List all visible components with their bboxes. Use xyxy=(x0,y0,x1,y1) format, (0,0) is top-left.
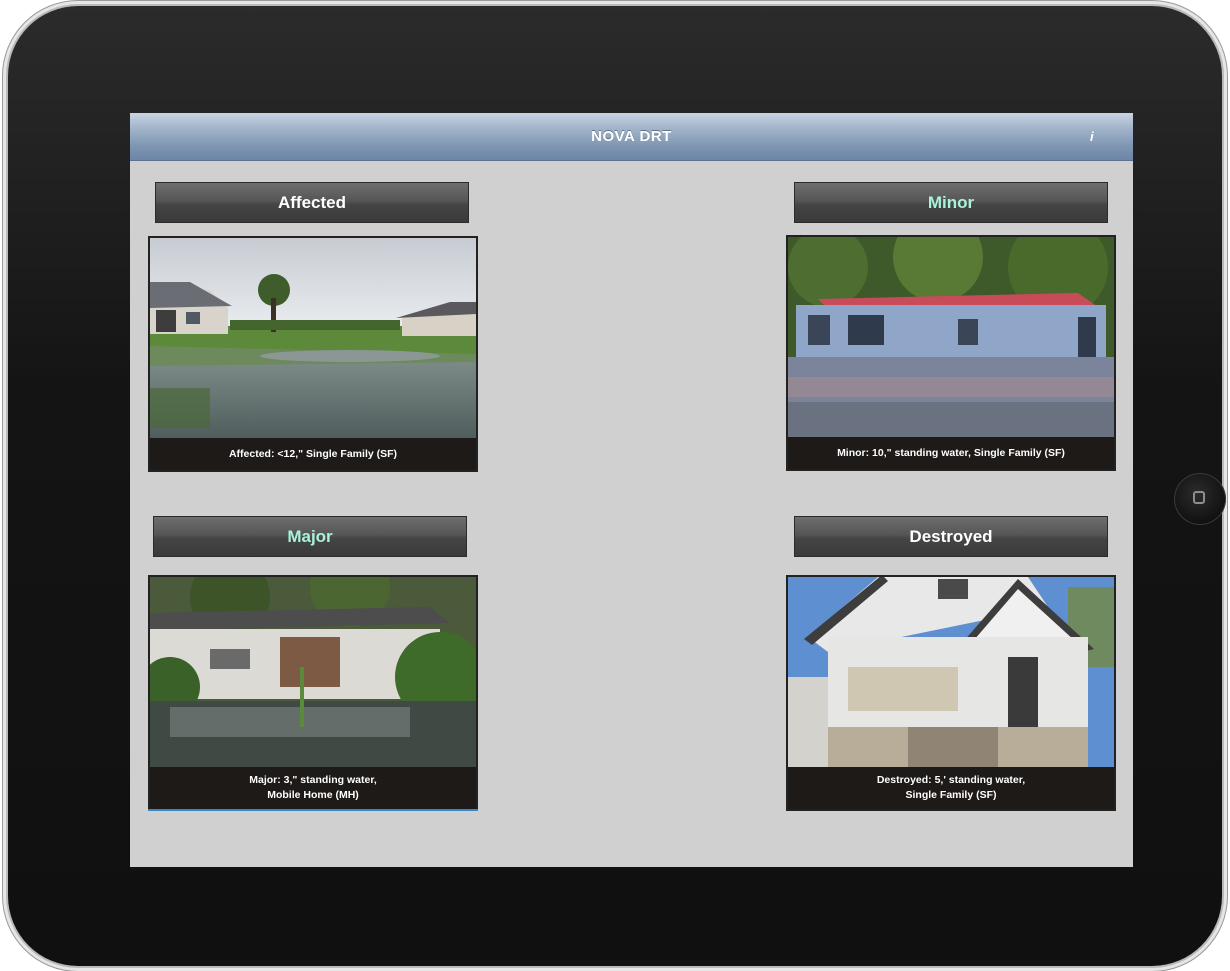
selection-underline xyxy=(148,809,478,811)
home-square-icon xyxy=(1193,491,1205,504)
navigation-bar: NOVA DRT i xyxy=(130,113,1133,161)
destroyed-caption-line2: Single Family (SF) xyxy=(905,789,997,801)
info-button[interactable]: i xyxy=(1090,129,1094,144)
major-flood-photo xyxy=(150,577,476,777)
affected-caption: Affected: <12," Single Family (SF) xyxy=(150,438,476,470)
minor-header-button[interactable]: Minor xyxy=(794,182,1108,223)
major-caption-line2: Mobile Home (MH) xyxy=(267,789,359,801)
major-caption-line1: Major: 3," standing water, xyxy=(249,774,377,786)
major-header-button[interactable]: Major xyxy=(153,516,467,557)
destroyed-header-button[interactable]: Destroyed xyxy=(794,516,1108,557)
major-caption: Major: 3," standing water, Mobile Home (… xyxy=(150,767,476,809)
destroyed-photo-card[interactable]: Destroyed: 5,' standing water, Single Fa… xyxy=(786,575,1116,811)
app-title: NOVA DRT xyxy=(591,128,672,145)
app-screen: NOVA DRT i Affected Affected: <12," Sing… xyxy=(130,113,1133,867)
destroyed-caption-line1: Destroyed: 5,' standing water, xyxy=(876,774,1026,786)
affected-flood-photo xyxy=(150,238,476,438)
destroyed-caption: Destroyed: 5,' standing water, Single Fa… xyxy=(788,767,1114,809)
minor-photo-card[interactable]: Minor: 10," standing water, Single Famil… xyxy=(786,235,1116,471)
affected-photo-card[interactable]: Affected: <12," Single Family (SF) xyxy=(148,236,478,472)
major-photo-card[interactable]: Major: 3," standing water, Mobile Home (… xyxy=(148,575,478,811)
minor-caption: Minor: 10," standing water, Single Famil… xyxy=(788,437,1114,469)
minor-flood-photo xyxy=(788,237,1114,437)
home-button[interactable] xyxy=(1174,473,1226,525)
destroyed-damage-photo xyxy=(788,577,1114,777)
affected-header-button[interactable]: Affected xyxy=(155,182,469,223)
